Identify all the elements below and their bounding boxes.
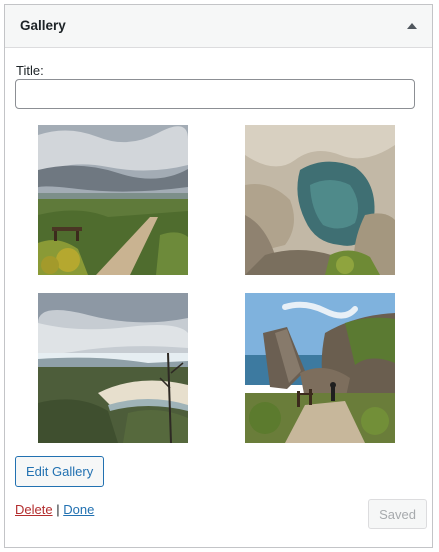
edit-gallery-button[interactable]: Edit Gallery bbox=[15, 456, 105, 487]
widget-title: Gallery bbox=[20, 18, 66, 33]
title-input[interactable] bbox=[15, 79, 415, 109]
widget-header[interactable]: Gallery bbox=[5, 5, 432, 48]
delete-link[interactable]: Delete bbox=[15, 502, 53, 517]
gallery-image[interactable] bbox=[38, 125, 188, 275]
gallery-image[interactable] bbox=[245, 125, 395, 275]
widget-actions: Delete | Done bbox=[15, 502, 94, 517]
arrow-up-icon[interactable] bbox=[402, 16, 422, 36]
gallery-image[interactable] bbox=[245, 293, 395, 443]
saved-button[interactable]: Saved bbox=[368, 499, 427, 529]
gallery-image[interactable] bbox=[38, 293, 188, 443]
action-separator: | bbox=[56, 502, 60, 517]
title-label: Title: bbox=[16, 63, 44, 78]
done-link[interactable]: Done bbox=[63, 502, 94, 517]
